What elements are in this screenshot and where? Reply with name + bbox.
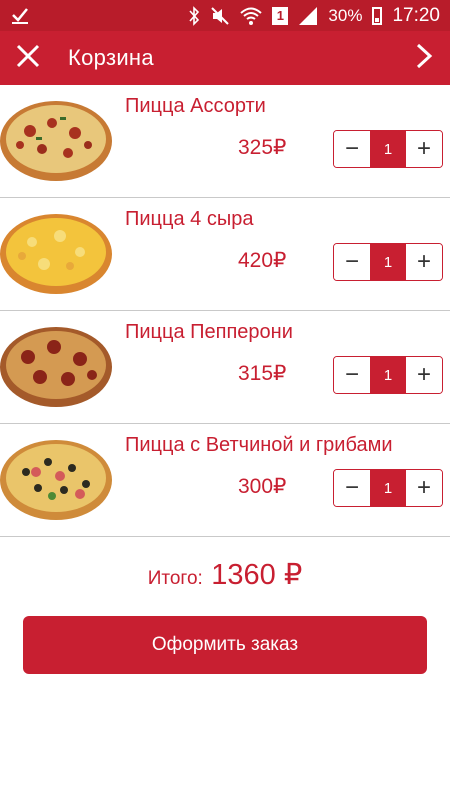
item-name: Пицца Пепперони — [125, 321, 293, 343]
next-button[interactable] — [404, 38, 444, 78]
cart-list: Пицца Ассорти 325₽ − 1 + Пицца 4 сыра 42… — [0, 85, 450, 537]
clock: 17:20 — [392, 4, 440, 26]
cart-item: Пицца Ассорти 325₽ − 1 + — [0, 85, 450, 198]
page-title: Корзина — [68, 45, 154, 70]
total-label: Итого: — [147, 568, 203, 589]
pizza-assorti-image — [0, 101, 112, 181]
close-icon — [15, 43, 41, 74]
quantity-stepper: − 1 + — [333, 130, 443, 168]
status-bar: 1 30% 17:20 — [0, 0, 450, 31]
place-order-label: Оформить заказ — [151, 634, 299, 655]
quantity-stepper: − 1 + — [333, 469, 443, 507]
quantity-stepper: − 1 + — [333, 243, 443, 281]
wifi-icon — [240, 6, 263, 26]
app-bar: Корзина — [0, 31, 450, 85]
sim-icon: 1 — [272, 6, 289, 25]
increase-button[interactable]: + — [406, 131, 442, 167]
pizza-4-cheese-image — [0, 214, 112, 294]
cart-item: Пицца 4 сыра 420₽ − 1 + — [0, 198, 450, 311]
order-total: Итого: 1360 ₽ — [0, 557, 450, 592]
item-price: 315₽ — [238, 362, 287, 385]
increase-button[interactable]: + — [406, 357, 442, 393]
check-icon — [10, 5, 30, 30]
close-button[interactable] — [8, 38, 48, 78]
quantity-value: 1 — [370, 470, 406, 506]
item-price: 325₽ — [238, 136, 287, 159]
place-order-button[interactable]: Оформить заказ — [23, 616, 427, 674]
decrease-button[interactable]: − — [334, 357, 370, 393]
pizza-ham-mushroom-image — [0, 440, 112, 520]
item-name: Пицца 4 сыра — [125, 208, 254, 230]
quantity-value: 1 — [370, 244, 406, 280]
quantity-value: 1 — [370, 357, 406, 393]
battery-icon — [372, 6, 383, 25]
signal-icon — [298, 6, 318, 26]
item-price: 420₽ — [238, 249, 287, 272]
cart-item: Пицца Пепперони 315₽ − 1 + — [0, 311, 450, 424]
increase-button[interactable]: + — [406, 470, 442, 506]
chevron-right-icon — [415, 43, 433, 74]
decrease-button[interactable]: − — [334, 131, 370, 167]
increase-button[interactable]: + — [406, 244, 442, 280]
quantity-value: 1 — [370, 131, 406, 167]
item-price: 300₽ — [238, 475, 287, 498]
item-name: Пицца с Ветчиной и грибами — [125, 434, 393, 456]
total-value: 1360 ₽ — [211, 559, 303, 591]
cart-item: Пицца с Ветчиной и грибами 300₽ − 1 + — [0, 424, 450, 537]
quantity-stepper: − 1 + — [333, 356, 443, 394]
mute-icon — [210, 6, 230, 26]
item-name: Пицца Ассорти — [125, 95, 266, 117]
pizza-pepperoni-image — [0, 327, 112, 407]
decrease-button[interactable]: − — [334, 244, 370, 280]
decrease-button[interactable]: − — [334, 470, 370, 506]
battery-percent: 30% — [328, 5, 363, 25]
bluetooth-icon — [188, 5, 200, 26]
